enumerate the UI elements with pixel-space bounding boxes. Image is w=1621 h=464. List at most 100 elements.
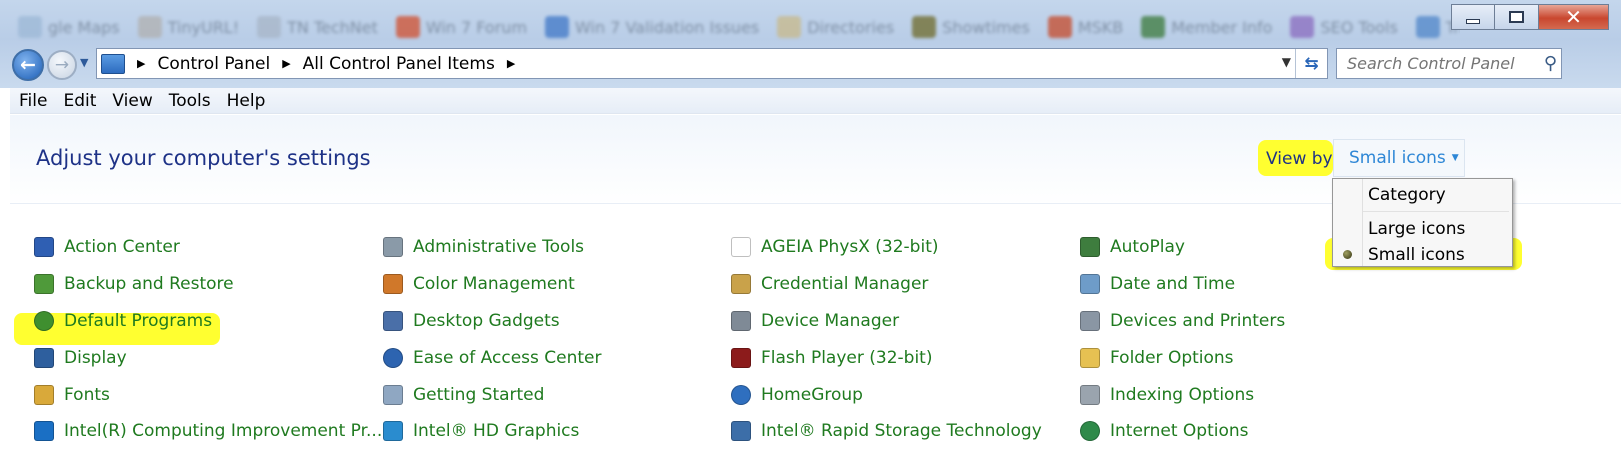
item-action-center[interactable]: Action Center (34, 237, 180, 257)
search-box[interactable]: ⚲ (1336, 48, 1562, 79)
favorite-label: SEO Tools (1320, 17, 1398, 37)
item-label: Flash Player (32-bit) (761, 348, 933, 368)
favorite-link[interactable]: Showtimes (912, 16, 1030, 38)
minimize-button[interactable] (1451, 4, 1495, 30)
default-programs-icon (34, 311, 54, 331)
view-by-dropdown[interactable]: Small icons ▼ (1333, 139, 1465, 177)
tinyurl-icon (137, 16, 162, 38)
menu-file[interactable]: File (19, 91, 47, 111)
item-administrative-tools[interactable]: Administrative Tools (383, 237, 584, 257)
item-label: Date and Time (1110, 274, 1236, 294)
intel-icon (34, 421, 54, 441)
item-default-programs[interactable]: Default Programs (34, 311, 212, 331)
item-label: Action Center (64, 237, 180, 257)
item-label: Intel(R) Computing Improvement Pr... (64, 421, 383, 441)
item-device-manager[interactable]: Device Manager (731, 311, 899, 331)
item-fonts[interactable]: Fonts (34, 385, 110, 405)
refresh-button[interactable]: ⇆ (1295, 49, 1327, 78)
menu-bar: File Edit View Tools Help (10, 88, 1621, 114)
recent-pages-dropdown[interactable]: ▼ (80, 56, 88, 69)
folder-icon (777, 16, 802, 38)
view-by-selected: Small icons (1349, 148, 1446, 168)
minimize-icon (1466, 18, 1480, 24)
item-internet-options[interactable]: Internet Options (1080, 421, 1249, 441)
item-date-and-time[interactable]: Date and Time (1080, 274, 1235, 294)
item-intel-hd-graphics[interactable]: Intel® HD Graphics (383, 421, 579, 441)
menu-view[interactable]: View (112, 91, 152, 111)
item-flash-player-32-bit[interactable]: Flash Player (32-bit) (731, 348, 932, 368)
favorite-label: Showtimes (942, 17, 1030, 37)
view-option-large-icons[interactable]: Large icons (1333, 215, 1512, 243)
item-ease-of-access-center[interactable]: Ease of Access Center (383, 348, 602, 368)
item-ageia-physx-32-bit[interactable]: AGEIA PhysX (32-bit) (731, 237, 939, 257)
item-label: Intel® Rapid Storage Technology (761, 421, 1042, 441)
menu-help[interactable]: Help (227, 91, 266, 111)
back-button[interactable]: ← (12, 49, 44, 81)
item-autoplay[interactable]: AutoPlay (1080, 237, 1185, 257)
favorite-link[interactable]: gle Maps (18, 16, 120, 38)
view-option-label: Category (1368, 185, 1446, 205)
item-intel-r-computing-improvement-pr[interactable]: Intel(R) Computing Improvement Pr... (34, 421, 382, 441)
item-folder-options[interactable]: Folder Options (1080, 348, 1234, 368)
item-indexing-options[interactable]: Indexing Options (1080, 385, 1254, 405)
item-color-management[interactable]: Color Management (383, 274, 575, 294)
search-icon[interactable]: ⚲ (1544, 53, 1557, 74)
windows-icon (395, 16, 420, 38)
intel-graphics-icon (383, 421, 403, 441)
item-desktop-gadgets[interactable]: Desktop Gadgets (383, 311, 560, 331)
favorite-label: TinyURL! (167, 17, 240, 37)
favorite-link[interactable]: Member Info (1141, 16, 1272, 38)
favorite-link[interactable]: Win 7 Forum (395, 16, 527, 38)
breadcrumb-separator[interactable]: ▶ (507, 57, 515, 70)
view-by-label: View by: (1266, 149, 1338, 169)
breadcrumb-control-panel[interactable]: Control Panel (157, 54, 270, 74)
favorite-link[interactable]: TN TechNet (257, 16, 378, 38)
backup-icon (34, 274, 54, 294)
item-label: Ease of Access Center (413, 348, 602, 368)
breadcrumb-all-items[interactable]: All Control Panel Items (303, 54, 495, 74)
favorite-link[interactable]: Win 7 Validation Issues (545, 16, 759, 38)
breadcrumb-separator[interactable]: ▶ (137, 57, 145, 70)
translate-icon (1415, 16, 1440, 38)
view-option-small-icons[interactable]: Small icons (1333, 241, 1512, 269)
favorite-label: gle Maps (48, 17, 120, 37)
chevron-down-icon: ▼ (1451, 153, 1459, 163)
address-bar[interactable]: ▶ Control Panel ▶ All Control Panel Item… (96, 48, 1328, 79)
forward-button[interactable]: → (47, 50, 77, 80)
item-label: Intel® HD Graphics (413, 421, 580, 441)
technet-icon (257, 16, 282, 38)
homegroup-icon (731, 385, 751, 405)
favorite-label: Directories (807, 17, 895, 37)
document-icon (731, 237, 751, 257)
search-input[interactable] (1347, 54, 1537, 73)
flag-icon (34, 237, 54, 257)
menu-edit[interactable]: Edit (63, 91, 96, 111)
item-credential-manager[interactable]: Credential Manager (731, 274, 928, 294)
menu-tools[interactable]: Tools (169, 91, 211, 111)
item-label: Credential Manager (761, 274, 929, 294)
favorite-label: Win 7 Validation Issues (575, 17, 760, 37)
item-intel-rapid-storage-technology[interactable]: Intel® Rapid Storage Technology (731, 421, 1042, 441)
item-label: AutoPlay (1110, 237, 1185, 257)
view-option-category[interactable]: Category (1333, 181, 1512, 209)
item-getting-started[interactable]: Getting Started (383, 385, 544, 405)
seo-icon (1290, 16, 1315, 38)
film-icon (912, 16, 937, 38)
item-display[interactable]: Display (34, 348, 127, 368)
favorite-link[interactable]: SEO Tools (1290, 16, 1398, 38)
accessibility-icon (383, 348, 403, 368)
breadcrumb-separator[interactable]: ▶ (282, 57, 290, 70)
favorite-link[interactable]: Directories (777, 16, 894, 38)
item-backup-and-restore[interactable]: Backup and Restore (34, 274, 234, 294)
favorite-link[interactable]: TinyURL! (137, 16, 240, 38)
address-dropdown-icon[interactable]: ▼ (1282, 55, 1291, 69)
maximize-button[interactable] (1495, 4, 1539, 30)
item-devices-and-printers[interactable]: Devices and Printers (1080, 311, 1285, 331)
item-label: Getting Started (413, 385, 545, 405)
windows-icon (1047, 16, 1072, 38)
item-homegroup[interactable]: HomeGroup (731, 385, 863, 405)
autoplay-icon (1080, 237, 1100, 257)
close-button[interactable]: ✕ (1539, 4, 1609, 30)
favorite-link[interactable]: MSKB (1047, 16, 1123, 38)
item-label: Backup and Restore (64, 274, 234, 294)
